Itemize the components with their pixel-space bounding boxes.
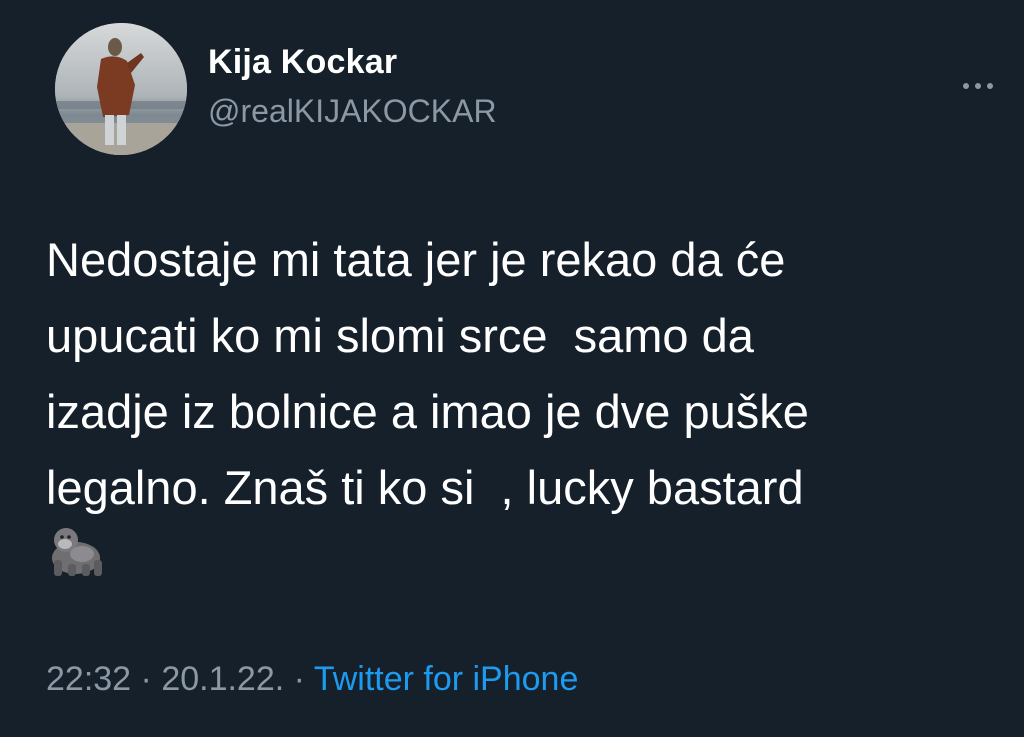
meta-separator: · (284, 660, 314, 698)
tweet-text-line: Nedostaje mi tata jer je rekao da će (46, 233, 786, 286)
author-block: Kija Kockar @realKIJAKOCKAR (208, 42, 497, 130)
avatar-photo (55, 23, 187, 155)
display-name[interactable]: Kija Kockar (208, 42, 497, 82)
user-handle[interactable]: @realKIJAKOCKAR (208, 92, 497, 130)
tweet-text-line: izadje iz bolnice a imao je dve puške (46, 385, 809, 438)
tweet-meta: 22:32 · 20.1.22. · Twitter for iPhone (46, 655, 578, 703)
more-horizontal-icon (963, 83, 969, 89)
tweet-text: Nedostaje mi tata jer je rekao da će upu… (46, 222, 986, 526)
more-horizontal-icon (987, 83, 993, 89)
tweet-source-link[interactable]: Twitter for iPhone (314, 660, 579, 698)
meta-separator: · (131, 660, 162, 698)
tweet-text-line: upucati ko mi slomi srce samo da (46, 309, 754, 362)
tweet-date[interactable]: 20.1.22. (161, 660, 284, 698)
gorilla-emoji (46, 520, 106, 578)
tweet-time[interactable]: 22:32 (46, 660, 131, 698)
tweet-card: Kija Kockar @realKIJAKOCKAR Nedostaje mi… (0, 0, 1024, 737)
avatar[interactable] (55, 23, 187, 155)
more-options-button[interactable] (950, 74, 1006, 98)
tweet-text-line: legalno. Znaš ti ko si , lucky bastard (46, 461, 804, 514)
more-horizontal-icon (975, 83, 981, 89)
